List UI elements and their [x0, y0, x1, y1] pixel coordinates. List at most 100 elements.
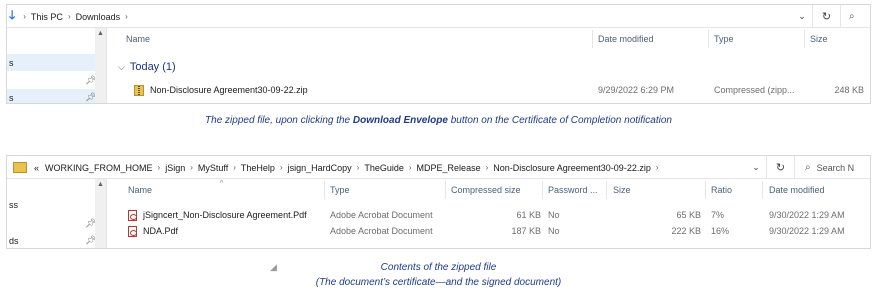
column-header-compressed-size[interactable]: Compressed size	[451, 179, 521, 201]
date-cell: 9/30/2022 1:29 AM	[769, 226, 845, 236]
chevron-right-icon[interactable]: ›	[482, 163, 493, 172]
caption-2-line-2: (The document’s certificate—and the sign…	[315, 277, 562, 288]
column-header-date[interactable]: Date modified	[598, 28, 654, 50]
column-divider[interactable]	[705, 181, 706, 199]
chevron-right-icon[interactable]: ›	[276, 163, 287, 172]
scrollbar[interactable]: ▲	[95, 28, 106, 103]
column-divider[interactable]	[708, 30, 709, 48]
breadcrumb-overflow[interactable]: «	[33, 163, 40, 173]
chevron-right-icon[interactable]: ›	[229, 163, 240, 172]
address-bar: « WORKING_FROM_HOME › jSign › MyStuff › …	[7, 156, 870, 179]
breadcrumb-item[interactable]: MyStuff	[197, 163, 229, 173]
scrollbar[interactable]: ▲	[95, 179, 106, 248]
column-header-password[interactable]: Password ...	[548, 179, 598, 201]
zip-contents-explorer-window: « WORKING_FROM_HOME › jSign › MyStuff › …	[6, 155, 871, 249]
group-header[interactable]: ⌵ Today (1)	[118, 61, 176, 73]
ratio-cell: 16%	[711, 226, 730, 236]
chevron-right-icon[interactable]: ›	[186, 163, 197, 172]
caption-1: The zipped file, upon clicking the Downl…	[205, 115, 672, 126]
breadcrumb-item[interactable]: Non-Disclosure Agreement30-09-22.zip	[492, 163, 652, 173]
search-icon: ⌕	[805, 162, 811, 173]
type-cell: Adobe Acrobat Document	[330, 226, 433, 236]
zip-file-icon	[134, 84, 144, 96]
chevron-right-icon[interactable]: ›	[405, 163, 416, 172]
date-cell: 9/29/2022 6:29 PM	[598, 85, 675, 95]
group-label: Today (1)	[129, 61, 176, 73]
nav-item[interactable]: 📌︎	[7, 72, 96, 89]
scroll-up-icon[interactable]: ▲	[95, 181, 106, 188]
password-cell: No	[548, 210, 560, 220]
compressed-size-cell: 61 KB	[516, 210, 541, 220]
chevron-right-icon[interactable]: ›	[121, 12, 132, 21]
nav-item[interactable]: s	[7, 54, 95, 71]
password-cell: No	[548, 226, 560, 236]
column-divider[interactable]	[324, 181, 325, 199]
ratio-cell: 7%	[711, 210, 725, 220]
column-header-date[interactable]: Date modified	[769, 179, 825, 201]
column-header-type[interactable]: Type	[330, 179, 350, 201]
pdf-file-icon	[128, 225, 137, 237]
chevron-right-icon[interactable]: ›	[154, 163, 165, 172]
nav-item[interactable]: 📌︎	[7, 215, 96, 232]
column-header-type[interactable]: Type	[714, 28, 734, 50]
column-header-ratio[interactable]: Ratio	[711, 179, 732, 201]
column-divider[interactable]	[606, 181, 607, 199]
file-name-cell[interactable]: NDA.Pdf	[128, 224, 178, 238]
breadcrumb-item[interactable]: TheHelp	[240, 163, 276, 173]
breadcrumb-item[interactable]: jSign	[164, 163, 186, 173]
pdf-file-icon	[128, 209, 137, 221]
column-divider[interactable]	[762, 181, 763, 199]
breadcrumb-item[interactable]: WORKING_FROM_HOME	[44, 163, 154, 173]
breadcrumb-this-pc[interactable]: This PC	[30, 12, 64, 22]
address-bar: 🡓 › This PC › Downloads › ⌄ ↻ ⌕	[7, 5, 870, 28]
file-name-cell[interactable]: Non-Disclosure Agreement30-09-22.zip	[134, 83, 584, 97]
navigation-pane: ss 📌︎ ds 📌︎ ▲	[7, 179, 107, 248]
column-header-name[interactable]: Name	[128, 179, 152, 201]
refresh-icon[interactable]: ↻	[813, 5, 841, 28]
column-divider[interactable]	[804, 30, 805, 48]
type-cell: Compressed (zipp...	[714, 85, 795, 95]
column-header-size[interactable]: Size	[613, 179, 631, 201]
chevron-down-icon[interactable]: ⌄	[791, 5, 813, 28]
chevron-down-icon[interactable]: ⌄	[745, 156, 767, 179]
column-header-size[interactable]: Size	[810, 28, 828, 50]
folder-icon	[13, 162, 27, 173]
nav-item[interactable]: ss	[7, 196, 95, 213]
refresh-icon[interactable]: ↻	[767, 156, 795, 179]
size-cell: 248 KB	[834, 85, 864, 95]
column-header-name[interactable]: Name	[126, 28, 150, 50]
column-divider[interactable]	[445, 181, 446, 199]
file-list: Name Date modified Type Size ⌵ Today (1)…	[108, 28, 870, 103]
column-divider[interactable]	[542, 181, 543, 199]
caption-2-line-1: Contents of the zipped file	[380, 262, 497, 273]
compressed-size-cell: 187 KB	[511, 226, 541, 236]
search-box[interactable]: ⌕ Search N	[797, 156, 872, 179]
column-divider[interactable]	[592, 30, 593, 48]
breadcrumb-item[interactable]: jsign_HardCopy	[287, 163, 353, 173]
file-name-cell[interactable]: jSigncert_Non-Disclosure Agreement.Pdf	[128, 208, 307, 222]
chevron-right-icon[interactable]: ›	[64, 12, 75, 21]
chevron-right-icon[interactable]: ›	[652, 163, 663, 172]
scroll-up-icon[interactable]: ▲	[95, 30, 106, 37]
down-arrow-icon[interactable]: 🡓	[9, 6, 15, 27]
chevron-right-icon[interactable]: ›	[353, 163, 364, 172]
breadcrumb[interactable]: « WORKING_FROM_HOME › jSign › MyStuff › …	[7, 156, 767, 179]
nav-item[interactable]: ds 📌︎	[7, 232, 96, 248]
downloads-explorer-window: 🡓 › This PC › Downloads › ⌄ ↻ ⌕ s 📌︎ s 📌︎…	[6, 4, 871, 104]
chevron-right-icon[interactable]: ›	[19, 12, 30, 21]
breadcrumb[interactable]: 🡓 › This PC › Downloads ›	[7, 5, 813, 28]
type-cell: Adobe Acrobat Document	[330, 210, 433, 220]
chevron-down-icon[interactable]: ⌵	[118, 62, 125, 73]
sort-ascending-icon: ^	[220, 180, 224, 187]
size-cell: 65 KB	[676, 210, 701, 220]
breadcrumb-downloads[interactable]: Downloads	[75, 12, 122, 22]
navigation-pane: s 📌︎ s 📌︎ ▲	[7, 28, 107, 103]
search-placeholder: Search N	[816, 162, 855, 173]
breadcrumb-item[interactable]: TheGuide	[363, 163, 405, 173]
date-cell: 9/30/2022 1:29 AM	[769, 210, 845, 220]
search-box[interactable]: ⌕	[841, 5, 871, 28]
file-list: ^ Name Type Compressed size Password ...…	[108, 179, 870, 248]
nav-item[interactable]: s 📌︎	[7, 89, 96, 103]
breadcrumb-item[interactable]: MDPE_Release	[416, 163, 482, 173]
search-icon: ⌕	[849, 11, 855, 22]
